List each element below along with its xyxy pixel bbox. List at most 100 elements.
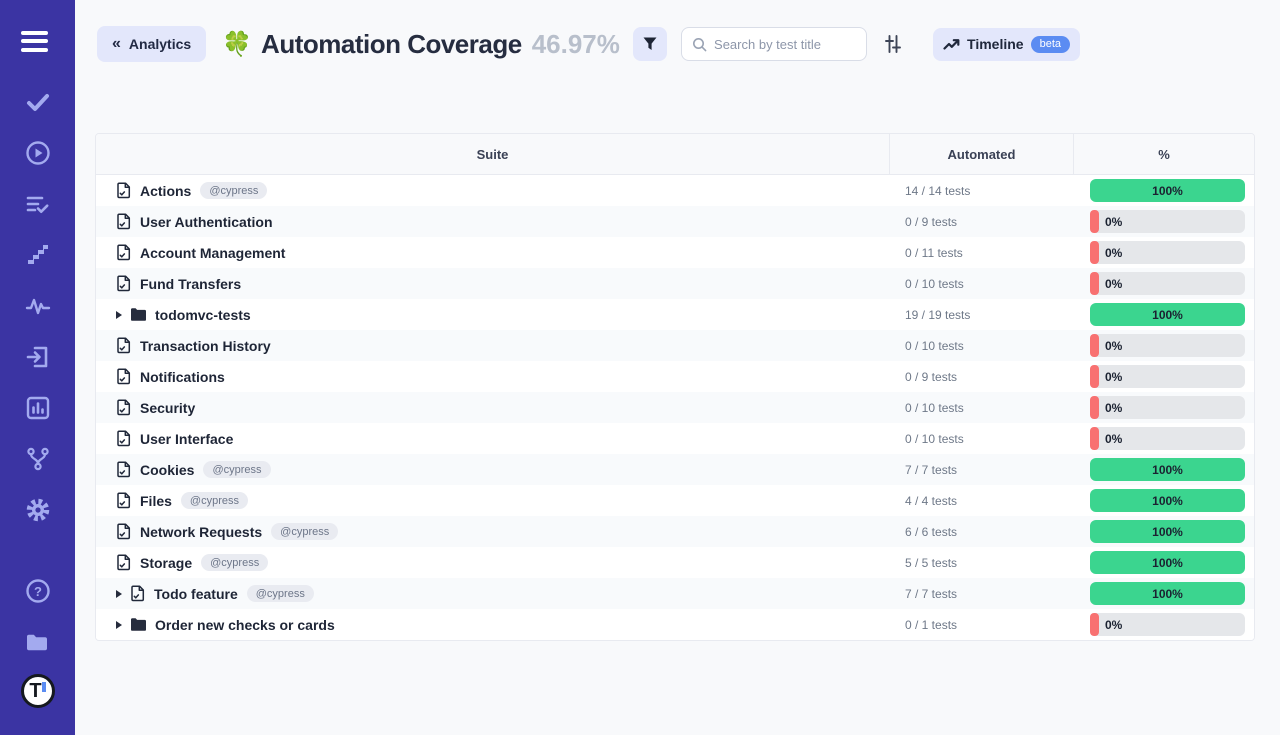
suite-cell: Security [96, 399, 889, 416]
percent-cell: 100% [1073, 458, 1254, 481]
progress-bar-label: 100% [1152, 494, 1183, 508]
automated-cell: 7 / 7 tests [889, 463, 1073, 477]
expand-caret-icon[interactable] [116, 590, 122, 598]
column-settings-sliders-icon[interactable] [880, 31, 906, 57]
table-row[interactable]: User Interface 0 / 10 tests 0% [96, 423, 1254, 454]
tests-check-icon[interactable] [25, 89, 51, 115]
search-box [681, 27, 867, 61]
suite-cell: User Interface [96, 430, 889, 447]
import-login-icon[interactable] [25, 344, 51, 370]
suite-cell: Actions @cypress [96, 182, 889, 199]
suite-tag: @cypress [271, 523, 338, 540]
suite-tag: @cypress [203, 461, 270, 478]
percent-cell: 100% [1073, 179, 1254, 202]
automated-cell: 14 / 14 tests [889, 184, 1073, 198]
column-header-percent[interactable]: % [1073, 134, 1254, 174]
branches-git-icon[interactable] [25, 446, 51, 472]
progress-bar-red-stub [1090, 427, 1099, 450]
projects-folder-icon[interactable] [25, 629, 51, 655]
progress-bar-label: 100% [1152, 587, 1183, 601]
table-row[interactable]: User Authentication 0 / 9 tests 0% [96, 206, 1254, 237]
search-input[interactable] [714, 37, 856, 52]
progress-bar-red-stub [1090, 272, 1099, 295]
reports-bar-chart-icon[interactable] [25, 395, 51, 421]
percent-cell: 100% [1073, 551, 1254, 574]
automated-count: 0 / 9 tests [905, 370, 957, 384]
suite-cell: Cookies @cypress [96, 461, 889, 478]
suite-name: Account Management [140, 245, 285, 261]
percent-cell: 0% [1073, 613, 1254, 636]
table-row[interactable]: Notifications 0 / 9 tests 0% [96, 361, 1254, 392]
table-row[interactable]: Account Management 0 / 11 tests 0% [96, 237, 1254, 268]
progress-bar: 0% [1090, 272, 1245, 295]
progress-bar-red-stub [1090, 241, 1099, 264]
progress-bar: 0% [1090, 210, 1245, 233]
table-header-row: Suite Automated % [96, 134, 1254, 175]
suite-folder-icon [130, 307, 147, 322]
suite-cell: Files @cypress [96, 492, 889, 509]
progress-bar-label: 100% [1152, 463, 1183, 477]
steps-stairs-icon[interactable] [25, 242, 51, 268]
svg-text:?: ? [34, 584, 42, 599]
suite-name: Security [140, 400, 195, 416]
table-row[interactable]: Order new checks or cards 0 / 1 tests 0% [96, 609, 1254, 640]
expand-caret-icon[interactable] [116, 621, 122, 629]
table-row[interactable]: Network Requests @cypress 6 / 6 tests 10… [96, 516, 1254, 547]
table-row[interactable]: Storage @cypress 5 / 5 tests 100% [96, 547, 1254, 578]
suite-file-check-icon [116, 492, 132, 509]
settings-gear-icon[interactable] [25, 497, 51, 523]
funnel-icon [642, 36, 658, 52]
table-row[interactable]: Fund Transfers 0 / 10 tests 0% [96, 268, 1254, 299]
suite-tag: @cypress [247, 585, 314, 602]
column-header-automated[interactable]: Automated [889, 134, 1073, 174]
progress-bar-label: 0% [1105, 432, 1122, 446]
table-row[interactable]: Files @cypress 4 / 4 tests 100% [96, 485, 1254, 516]
automated-count: 0 / 10 tests [905, 432, 964, 446]
double-chevron-left-icon: « [112, 35, 121, 53]
progress-bar-label: 0% [1105, 401, 1122, 415]
percent-cell: 0% [1073, 427, 1254, 450]
runs-play-icon[interactable] [25, 140, 51, 166]
table-row[interactable]: Cookies @cypress 7 / 7 tests 100% [96, 454, 1254, 485]
hamburger-menu-icon[interactable] [21, 24, 55, 58]
timeline-button[interactable]: Timeline beta [933, 28, 1080, 61]
automated-cell: 0 / 10 tests [889, 339, 1073, 353]
expand-caret-icon[interactable] [116, 311, 122, 319]
suite-file-check-icon [130, 585, 146, 602]
automated-cell: 4 / 4 tests [889, 494, 1073, 508]
activity-pulse-icon[interactable] [25, 293, 51, 319]
help-icon[interactable]: ? [25, 578, 51, 604]
progress-bar-red-stub [1090, 334, 1099, 357]
automated-cell: 19 / 19 tests [889, 308, 1073, 322]
progress-bar: 0% [1090, 427, 1245, 450]
progress-bar: 100% [1090, 489, 1245, 512]
table-row[interactable]: Transaction History 0 / 10 tests 0% [96, 330, 1254, 361]
automated-count: 0 / 1 tests [905, 618, 957, 632]
filter-button[interactable] [633, 27, 667, 61]
test-plans-list-check-icon[interactable] [25, 191, 51, 217]
trend-line-icon [943, 37, 967, 51]
automated-count: 5 / 5 tests [905, 556, 957, 570]
progress-bar-label: 0% [1105, 370, 1122, 384]
back-to-analytics-button[interactable]: « Analytics [97, 26, 206, 62]
progress-bar-label: 100% [1152, 525, 1183, 539]
progress-bar: 100% [1090, 582, 1245, 605]
table-row[interactable]: Actions @cypress 14 / 14 tests 100% [96, 175, 1254, 206]
percent-cell: 0% [1073, 210, 1254, 233]
automated-count: 4 / 4 tests [905, 494, 957, 508]
suite-file-check-icon [116, 430, 132, 447]
table-row[interactable]: Todo feature @cypress 7 / 7 tests 100% [96, 578, 1254, 609]
progress-bar: 0% [1090, 396, 1245, 419]
table-row[interactable]: Security 0 / 10 tests 0% [96, 392, 1254, 423]
suite-name: Notifications [140, 369, 225, 385]
column-header-suite[interactable]: Suite [96, 134, 889, 174]
percent-cell: 0% [1073, 365, 1254, 388]
table-row[interactable]: todomvc-tests 19 / 19 tests 100% [96, 299, 1254, 330]
suite-file-check-icon [116, 182, 132, 199]
search-icon [692, 37, 707, 52]
suite-name: Storage [140, 555, 192, 571]
app-logo[interactable]: T [21, 674, 55, 708]
timeline-label: Timeline [967, 36, 1024, 52]
progress-bar-label: 100% [1152, 184, 1183, 198]
table-body: Actions @cypress 14 / 14 tests 100% User… [96, 175, 1254, 640]
